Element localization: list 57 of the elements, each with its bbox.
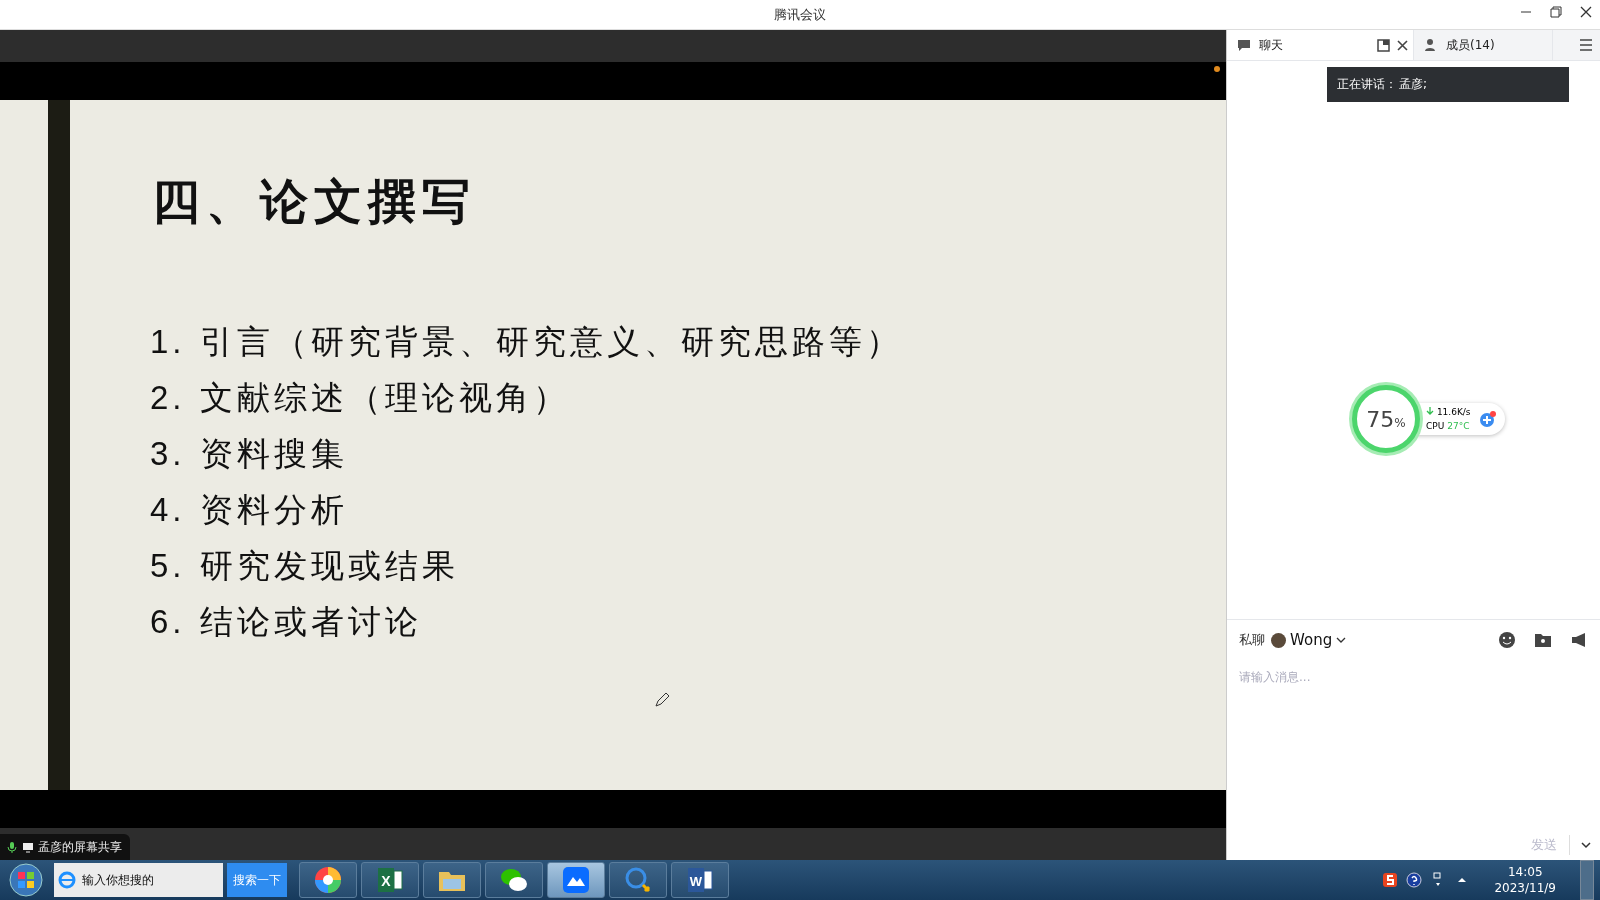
status-dot bbox=[1214, 66, 1220, 72]
taskbar-app-button[interactable] bbox=[485, 862, 543, 898]
pencil-icon bbox=[654, 692, 670, 708]
microphone-icon bbox=[6, 841, 18, 853]
share-label-text: 孟彦的屏幕共享 bbox=[38, 838, 122, 856]
popout-icon[interactable] bbox=[1377, 38, 1390, 52]
folder-icon[interactable] bbox=[1534, 631, 1552, 649]
chevron-down-icon[interactable] bbox=[1580, 839, 1592, 851]
restore-icon[interactable] bbox=[1548, 4, 1564, 20]
browser-icon bbox=[58, 871, 76, 889]
item-text: 结论或者讨论 bbox=[200, 602, 422, 642]
taskbar-app-button[interactable] bbox=[423, 862, 481, 898]
item-number: 3. bbox=[150, 435, 187, 473]
taskbar-app-button[interactable] bbox=[547, 862, 605, 898]
private-chat-label: 私聊 bbox=[1239, 631, 1265, 649]
search-field[interactable]: 输入你想搜的 bbox=[80, 872, 214, 888]
close-icon[interactable] bbox=[1578, 4, 1594, 20]
search-box[interactable]: 输入你想搜的 bbox=[54, 863, 223, 897]
megaphone-icon[interactable] bbox=[1570, 631, 1588, 649]
start-button[interactable] bbox=[8, 862, 44, 898]
item-number: 1. bbox=[150, 323, 187, 361]
close-icon[interactable] bbox=[1396, 38, 1409, 52]
speaking-label: 正在讲话： bbox=[1337, 76, 1397, 93]
clock[interactable]: 14:05 2023/11/9 bbox=[1494, 865, 1556, 895]
speaker-name: 孟彦; bbox=[1399, 76, 1428, 93]
input-method-icon[interactable] bbox=[1382, 872, 1399, 888]
emoji-icon[interactable] bbox=[1498, 631, 1516, 649]
usage-ring[interactable]: 75% bbox=[1352, 385, 1420, 453]
arrow-down-icon bbox=[1426, 407, 1434, 415]
item-text: 研究发现或结果 bbox=[200, 546, 459, 586]
window-title: 腾讯会议 bbox=[774, 5, 826, 24]
meeting-icon bbox=[561, 865, 591, 895]
menu-icon[interactable] bbox=[1578, 37, 1594, 53]
item-text: 资料搜集 bbox=[200, 434, 348, 474]
chevron-down-icon bbox=[1336, 635, 1347, 645]
help-icon[interactable] bbox=[1406, 872, 1423, 888]
recipient-dropdown[interactable]: Wong bbox=[1271, 631, 1347, 649]
people-icon bbox=[1424, 38, 1438, 52]
screen-icon bbox=[22, 841, 34, 853]
item-text: 引言（研究背景、研究意义、研究思路等） bbox=[200, 322, 903, 362]
item-number: 4. bbox=[150, 491, 187, 529]
avatar-icon bbox=[1271, 632, 1286, 648]
taskbar-app-button[interactable]: W bbox=[671, 862, 729, 898]
taskbar-app-button[interactable]: X bbox=[361, 862, 419, 898]
panel-tab[interactable]: 成员(14) bbox=[1413, 30, 1553, 60]
item-number: 6. bbox=[150, 603, 187, 641]
cpu-temperature: CPU 27°C bbox=[1426, 421, 1471, 431]
taskbar-app-button[interactable] bbox=[299, 862, 357, 898]
network-speed: 11.6K/s bbox=[1426, 407, 1471, 417]
pinwheel-icon bbox=[313, 865, 343, 895]
speech-bubble-icon bbox=[1237, 38, 1251, 52]
slide-title: 四、论文撰写 bbox=[152, 174, 477, 230]
item-text: 文献综述（理论视角） bbox=[200, 378, 570, 418]
plus-icon[interactable] bbox=[1478, 410, 1497, 428]
item-number: 2. bbox=[150, 379, 187, 417]
item-number: 5. bbox=[150, 547, 187, 585]
item-text: 资料分析 bbox=[200, 490, 348, 530]
